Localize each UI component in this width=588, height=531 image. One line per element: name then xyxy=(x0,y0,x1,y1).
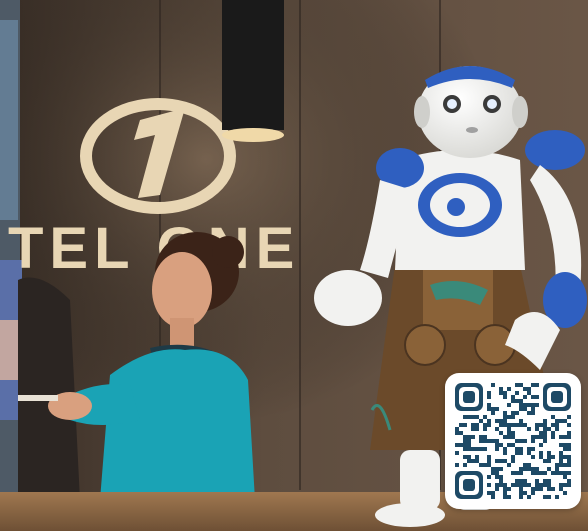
pendant-lamp xyxy=(222,0,284,142)
wall-sign-text: TEL ONE xyxy=(8,216,300,281)
photo-scene: TEL ONE xyxy=(0,0,588,531)
qr-code-icon xyxy=(455,383,571,499)
qr-code-card[interactable] xyxy=(445,373,581,509)
robot-hand xyxy=(314,270,382,326)
